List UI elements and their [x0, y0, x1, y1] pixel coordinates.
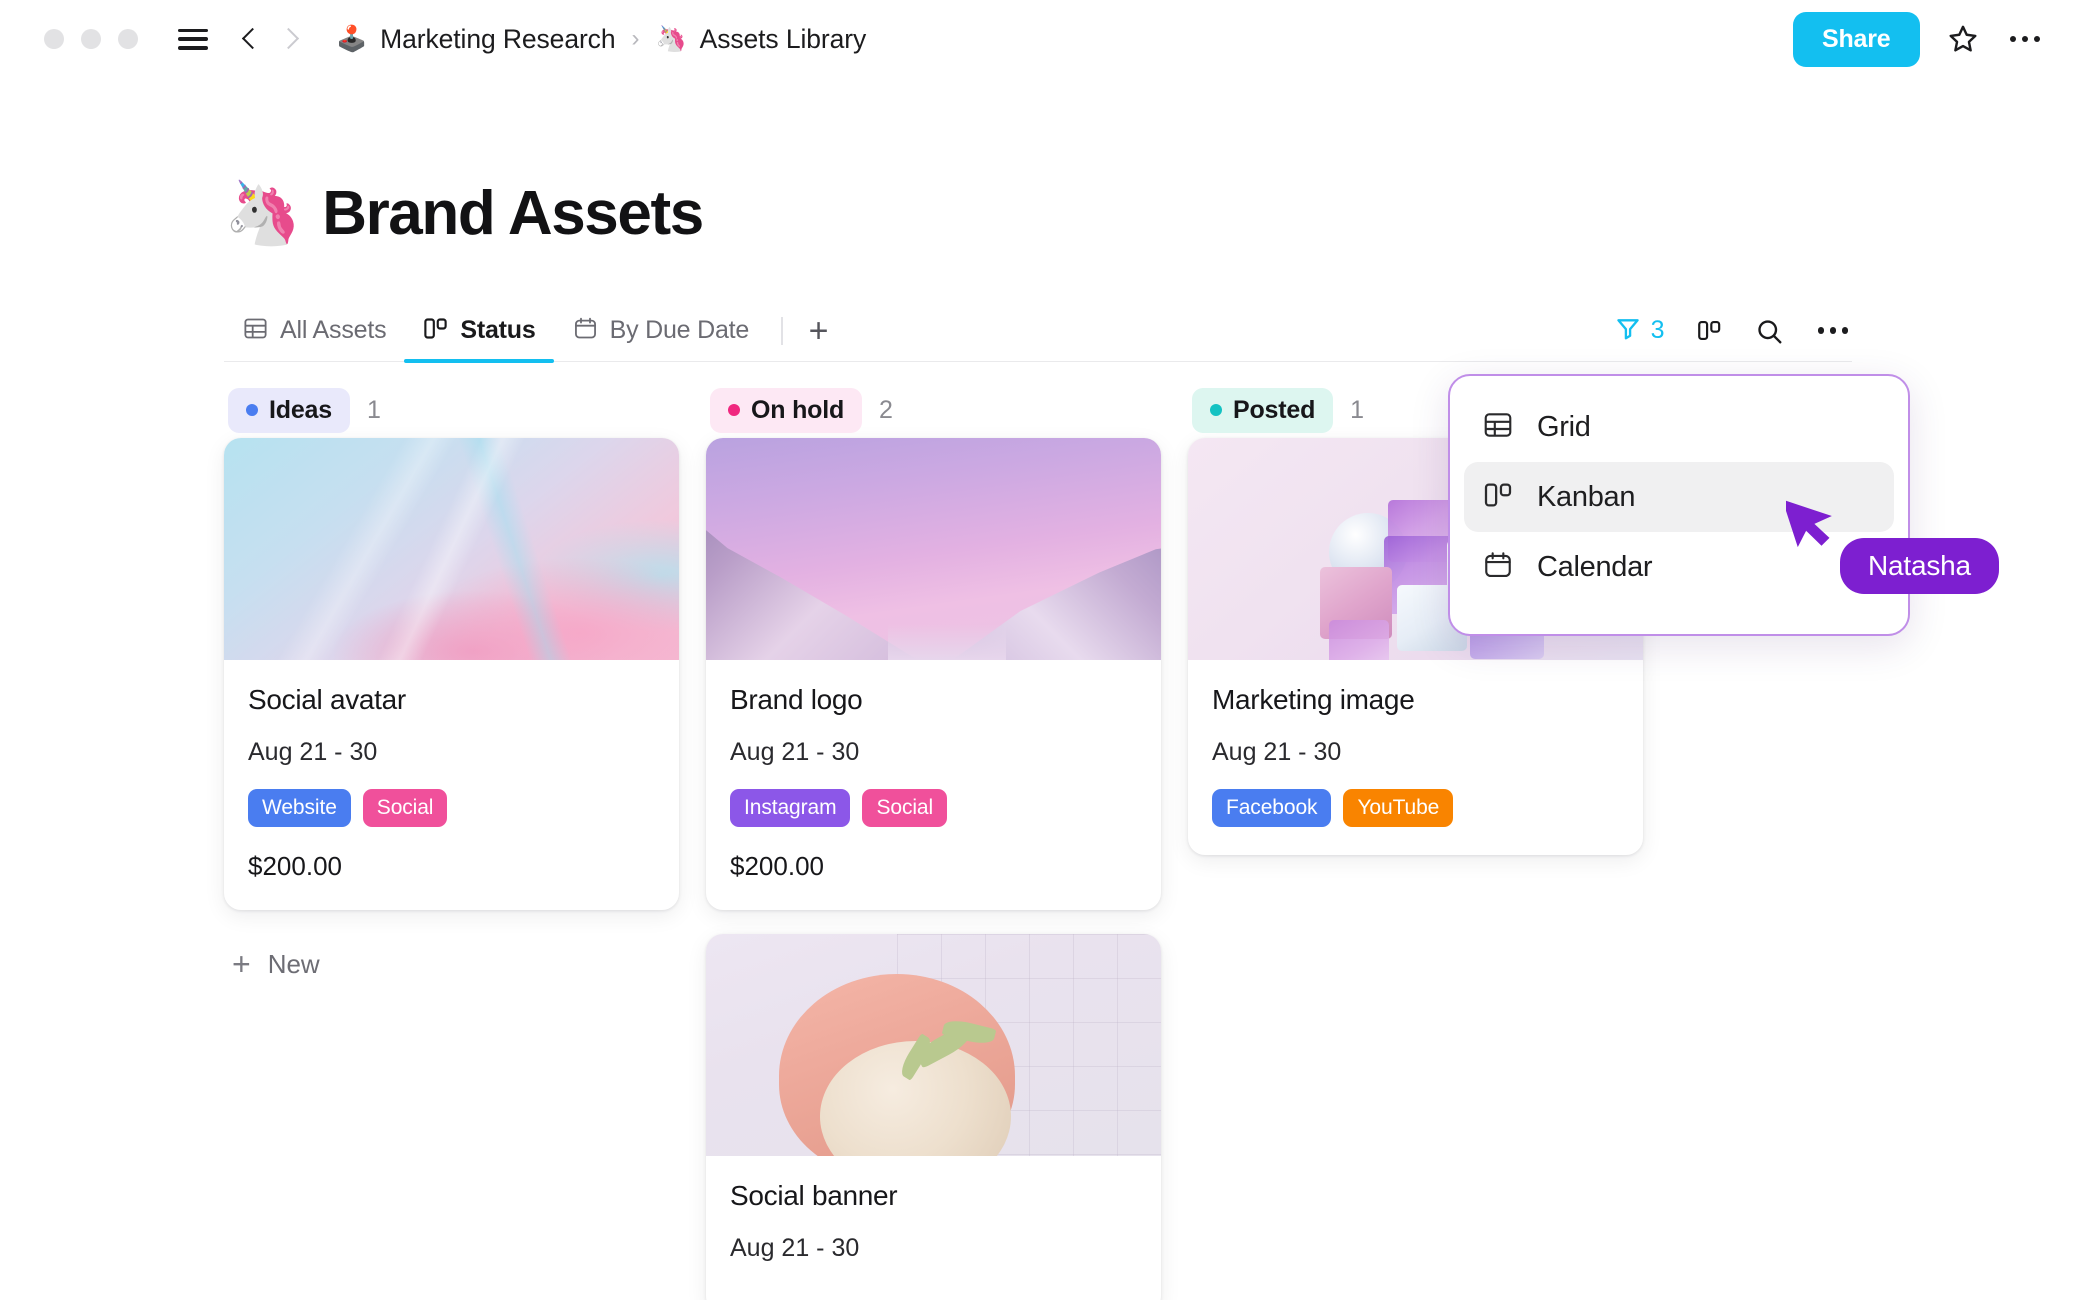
card-price: $200.00 [730, 851, 824, 881]
kanban-column-on-hold: On hold 2 Brand logo Aug 21 - 30 Instagr… [706, 382, 1161, 1300]
card-image [706, 934, 1161, 1156]
breadcrumb: 🕹️ Marketing Research › 🦄 Assets Library [336, 24, 866, 55]
column-header: On hold 2 [706, 382, 1161, 438]
card-tags: Website Social [248, 789, 655, 827]
breadcrumb-item-assets-library[interactable]: 🦄 Assets Library [655, 24, 866, 55]
tabs-divider [781, 316, 783, 345]
tab-status[interactable]: Status [404, 300, 554, 363]
status-badge[interactable]: On hold [710, 387, 863, 433]
window-traffic-lights[interactable] [44, 29, 138, 49]
breadcrumb-label: Assets Library [699, 23, 867, 54]
tab-by-due-date[interactable]: By Due Date [554, 300, 768, 362]
column-count: 1 [1350, 395, 1365, 424]
status-label: On hold [751, 395, 845, 424]
titlebar: 🕹️ Marketing Research › 🦄 Assets Library… [0, 0, 2080, 78]
unicorn-icon: 🦄 [224, 178, 302, 248]
card-social-avatar[interactable]: Social avatar Aug 21 - 30 Website Social… [224, 438, 679, 910]
share-button[interactable]: Share [1793, 11, 1920, 67]
more-options-icon[interactable] [2006, 35, 2045, 43]
status-dot-icon [246, 404, 258, 416]
filter-icon [1614, 314, 1642, 347]
view-tabs: All Assets Status By Due Date + 3 [224, 300, 1852, 363]
tag-website[interactable]: Website [248, 789, 351, 827]
card-date: Aug 21 - 30 [248, 738, 378, 766]
tag-instagram[interactable]: Instagram [730, 789, 851, 827]
calendar-icon [572, 315, 599, 347]
add-view-button[interactable]: + [797, 314, 841, 348]
tag-youtube[interactable]: YouTube [1343, 789, 1454, 827]
plus-icon: + [232, 946, 251, 982]
card-title: Social avatar [248, 684, 406, 715]
menu-item-label: Kanban [1537, 480, 1636, 513]
tag-social[interactable]: Social [362, 789, 448, 827]
minimize-window-button[interactable] [81, 29, 101, 49]
status-label: Ideas [269, 395, 332, 424]
kanban-icon [1482, 479, 1514, 516]
pointer-cursor-icon [1782, 499, 1832, 548]
plus-icon: + [808, 311, 829, 350]
card-social-banner[interactable]: Social banner Aug 21 - 30 [706, 934, 1161, 1300]
tag-social[interactable]: Social [862, 789, 948, 827]
board-toolbar: 3 [1614, 314, 1852, 347]
tab-label: Status [460, 316, 536, 344]
card-date: Aug 21 - 30 [730, 1234, 860, 1262]
hamburger-icon[interactable] [178, 28, 208, 50]
grid-icon [1482, 409, 1514, 446]
filter-button[interactable]: 3 [1614, 314, 1665, 347]
chevron-right-icon[interactable] [278, 28, 300, 50]
status-dot-icon [1210, 404, 1222, 416]
tab-all-assets[interactable]: All Assets [224, 300, 404, 362]
card-title: Brand logo [730, 684, 863, 715]
kanban-view-icon[interactable] [1695, 316, 1724, 345]
star-icon[interactable] [1946, 22, 1980, 56]
card-brand-logo[interactable]: Brand logo Aug 21 - 30 Instagram Social … [706, 438, 1161, 910]
breadcrumb-label: Marketing Research [380, 23, 616, 54]
menu-item-grid[interactable]: Grid [1464, 392, 1894, 462]
chevron-left-icon[interactable] [240, 28, 262, 50]
column-header: Ideas 1 [224, 382, 679, 438]
status-badge[interactable]: Ideas [228, 387, 350, 433]
app-window: 🕹️ Marketing Research › 🦄 Assets Library… [0, 0, 2080, 1300]
add-new-card-button[interactable]: + New [224, 934, 328, 994]
column-count: 2 [879, 395, 893, 424]
card-tags: Instagram Social [730, 789, 1137, 827]
card-date: Aug 21 - 30 [730, 738, 860, 766]
breadcrumb-item-marketing-research[interactable]: 🕹️ Marketing Research [336, 23, 616, 55]
tab-label: By Due Date [609, 316, 750, 344]
more-options-icon[interactable] [1814, 327, 1853, 334]
tab-label: All Assets [280, 316, 387, 344]
joystick-icon: 🕹️ [336, 24, 368, 53]
calendar-icon [1482, 549, 1514, 586]
close-window-button[interactable] [44, 29, 64, 49]
page-title-text: Brand Assets [322, 179, 704, 248]
collaborator-cursor: Natasha [1782, 490, 1999, 594]
search-icon[interactable] [1754, 316, 1784, 346]
grid-icon [242, 315, 269, 347]
maximize-window-button[interactable] [118, 29, 138, 49]
titlebar-actions: Share [1793, 11, 2045, 67]
tag-facebook[interactable]: Facebook [1212, 789, 1332, 827]
card-image [706, 438, 1161, 660]
collaborator-name-badge: Natasha [1840, 538, 1999, 594]
status-label: Posted [1233, 395, 1316, 424]
filter-count: 3 [1650, 316, 1665, 344]
status-dot-icon [728, 404, 740, 416]
card-image [224, 438, 679, 660]
chevron-right-separator-icon: › [631, 25, 640, 52]
card-title: Marketing image [1212, 684, 1415, 715]
unicorn-icon: 🦄 [655, 24, 687, 53]
column-count: 1 [366, 395, 381, 424]
page-title: 🦄 Brand Assets [224, 178, 704, 249]
navigation-arrows [240, 28, 300, 50]
menu-item-label: Grid [1537, 410, 1591, 443]
card-title: Social banner [730, 1180, 898, 1211]
card-tags: Facebook YouTube [1212, 789, 1619, 827]
card-price: $200.00 [248, 851, 342, 881]
add-new-label: New [267, 948, 320, 979]
kanban-icon [422, 315, 449, 347]
card-date: Aug 21 - 30 [1212, 738, 1342, 766]
status-badge[interactable]: Posted [1192, 387, 1334, 433]
kanban-column-ideas: Ideas 1 Social avatar Aug 21 - 30 Websit… [224, 382, 679, 1282]
menu-item-label: Calendar [1537, 550, 1653, 583]
